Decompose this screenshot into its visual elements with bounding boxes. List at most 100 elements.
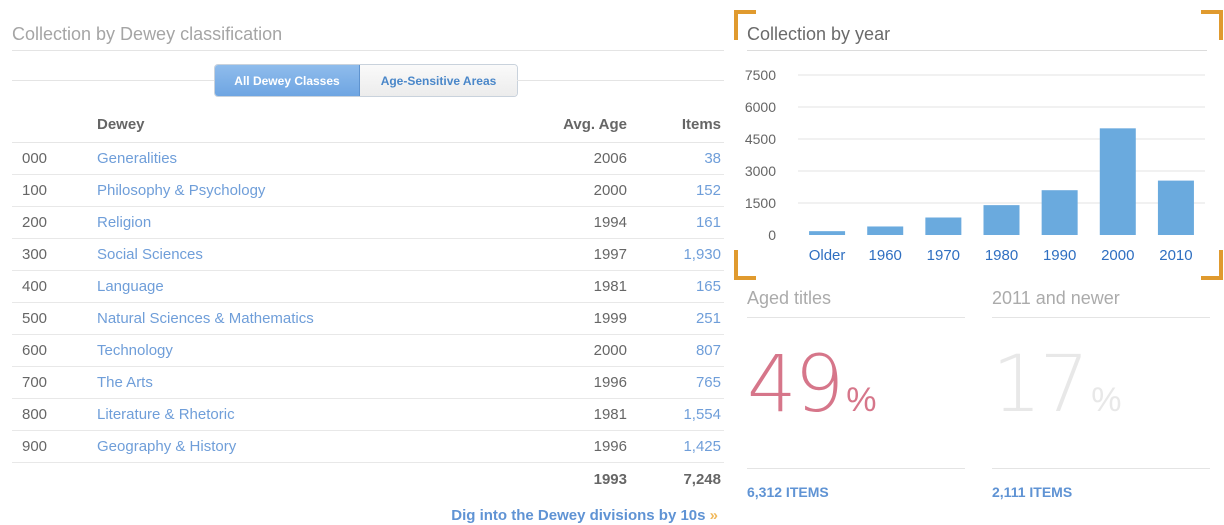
percent-sign: % — [846, 381, 877, 419]
table-row: 900 Geography & History 1996 1,425 — [12, 430, 724, 463]
table-row: 400 Language 1981 165 — [12, 270, 724, 303]
stat-number: 49 — [747, 340, 844, 430]
dewey-class-link[interactable]: Technology — [97, 342, 173, 359]
total-avg-age: 1993 — [593, 470, 627, 488]
bar-2000[interactable] — [1099, 128, 1136, 235]
avg-age-cell: 2000 — [527, 174, 627, 207]
avg-age-cell: 1994 — [527, 206, 627, 239]
avg-age-column-header: Avg. Age — [527, 108, 627, 143]
items-count-link[interactable]: 807 — [696, 342, 721, 359]
dewey-class-cell: Philosophy & Psychology — [97, 174, 527, 207]
dewey-code: 400 — [12, 270, 97, 303]
dewey-class-link[interactable]: Generalities — [97, 150, 177, 167]
items-count-link[interactable]: 38 — [704, 150, 721, 167]
bar-1960[interactable] — [867, 226, 904, 235]
dewey-class-cell: Generalities — [97, 142, 527, 175]
stat-value: 17 % — [992, 340, 1122, 440]
stat-title: 2011 and newer — [992, 288, 1210, 318]
newer-titles-stat: 2011 and newer 17 % 2,111 ITEMS — [992, 288, 1210, 518]
stat-title: Aged titles — [747, 288, 965, 318]
empty-cell — [97, 462, 527, 496]
bar-1990[interactable] — [1041, 190, 1078, 235]
stat-number: 17 — [992, 340, 1089, 430]
items-count-link[interactable]: 161 — [696, 214, 721, 231]
table-total-row: 1993 7,248 — [12, 462, 724, 496]
dewey-column-header: Dewey — [97, 108, 527, 143]
table-header-row: Dewey Avg. Age Items — [12, 108, 724, 143]
empty-cell — [12, 462, 97, 496]
items-count-link[interactable]: 1,554 — [683, 406, 721, 423]
dewey-class-link[interactable]: Religion — [97, 214, 151, 231]
table-row: 700 The Arts 1996 765 — [12, 366, 724, 399]
dewey-class-link[interactable]: Social Sciences — [97, 246, 203, 263]
avg-age-cell: 1981 — [527, 398, 627, 431]
dewey-class-link[interactable]: Natural Sciences & Mathematics — [97, 310, 314, 327]
dewey-class-cell: Social Sciences — [97, 238, 527, 271]
x-tick-label[interactable]: Older — [809, 247, 846, 264]
dig-link-label: Dig into the Dewey divisions by 10s — [451, 507, 706, 524]
items-cell: 1,554 — [627, 398, 724, 431]
dewey-code: 100 — [12, 174, 97, 207]
items-column-header: Items — [627, 108, 724, 143]
table-row: 800 Literature & Rhetoric 1981 1,554 — [12, 398, 724, 431]
x-tick-label[interactable]: 2000 — [1101, 247, 1134, 264]
total-items: 7,248 — [683, 470, 721, 488]
age-sensitive-areas-button[interactable]: Age-Sensitive Areas — [360, 65, 517, 96]
items-cell: 807 — [627, 334, 724, 367]
items-cell: 251 — [627, 302, 724, 335]
dewey-class-cell: Religion — [97, 206, 527, 239]
items-count-link[interactable]: 1,930 — [683, 246, 721, 263]
avg-age-cell: 2006 — [527, 142, 627, 175]
stat-items-link[interactable]: 2,111 ITEMS — [992, 484, 1072, 500]
dewey-class-link[interactable]: The Arts — [97, 374, 153, 391]
dewey-class-cell: Language — [97, 270, 527, 303]
dewey-class-link[interactable]: Geography & History — [97, 438, 236, 455]
dewey-code: 000 — [12, 142, 97, 175]
class-filter-toggle: All Dewey Classes Age-Sensitive Areas — [214, 64, 518, 97]
dewey-code: 900 — [12, 430, 97, 463]
table-row: 200 Religion 1994 161 — [12, 206, 724, 239]
dewey-class-link[interactable]: Literature & Rhetoric — [97, 406, 235, 423]
table-row: 600 Technology 2000 807 — [12, 334, 724, 367]
dewey-class-link[interactable]: Philosophy & Psychology — [97, 182, 265, 199]
dewey-code: 200 — [12, 206, 97, 239]
bar-1970[interactable] — [925, 217, 962, 235]
x-tick-label[interactable]: 1980 — [985, 247, 1018, 264]
dig-into-divisions-link[interactable]: Dig into the Dewey divisions by 10s » — [451, 507, 718, 524]
table-row: 100 Philosophy & Psychology 2000 152 — [12, 174, 724, 207]
dewey-panel-title: Collection by Dewey classification — [12, 24, 283, 44]
items-cell: 161 — [627, 206, 724, 239]
avg-age-cell: 1999 — [527, 302, 627, 335]
bar-older[interactable] — [809, 231, 846, 235]
stat-value: 49 % — [747, 340, 877, 440]
x-tick-label[interactable]: 1990 — [1043, 247, 1076, 264]
aged-titles-stat: Aged titles 49 % 6,312 ITEMS — [747, 288, 965, 518]
divider — [12, 50, 724, 51]
stat-items-link[interactable]: 6,312 ITEMS — [747, 484, 829, 500]
y-tick-label: 6000 — [745, 99, 776, 115]
x-tick-label[interactable]: 1970 — [927, 247, 960, 264]
table-row: 300 Social Sciences 1997 1,930 — [12, 238, 724, 271]
items-count-link[interactable]: 1,425 — [683, 438, 721, 455]
x-tick-label[interactable]: 2010 — [1159, 247, 1192, 264]
all-dewey-classes-button[interactable]: All Dewey Classes — [215, 65, 360, 96]
dewey-table: Dewey Avg. Age Items 000 Generalities 2006… — [12, 108, 724, 496]
items-cell: 1,930 — [627, 238, 724, 271]
dewey-code: 300 — [12, 238, 97, 271]
avg-age-cell: 1997 — [527, 238, 627, 271]
table-row: 000 Generalities 2006 38 — [12, 142, 724, 175]
items-count-link[interactable]: 251 — [696, 310, 721, 327]
x-tick-label[interactable]: 1960 — [869, 247, 902, 264]
dewey-panel: Collection by Dewey classification All D… — [12, 0, 724, 525]
items-count-link[interactable]: 765 — [696, 374, 721, 391]
items-count-link[interactable]: 165 — [696, 278, 721, 295]
bar-2010[interactable] — [1157, 180, 1194, 235]
dewey-code: 500 — [12, 302, 97, 335]
items-cell: 165 — [627, 270, 724, 303]
divider — [992, 468, 1210, 469]
bar-1980[interactable] — [983, 205, 1020, 235]
code-column-header — [12, 108, 97, 143]
dewey-class-link[interactable]: Language — [97, 278, 164, 295]
avg-age-cell: 1996 — [527, 430, 627, 463]
items-count-link[interactable]: 152 — [696, 182, 721, 199]
